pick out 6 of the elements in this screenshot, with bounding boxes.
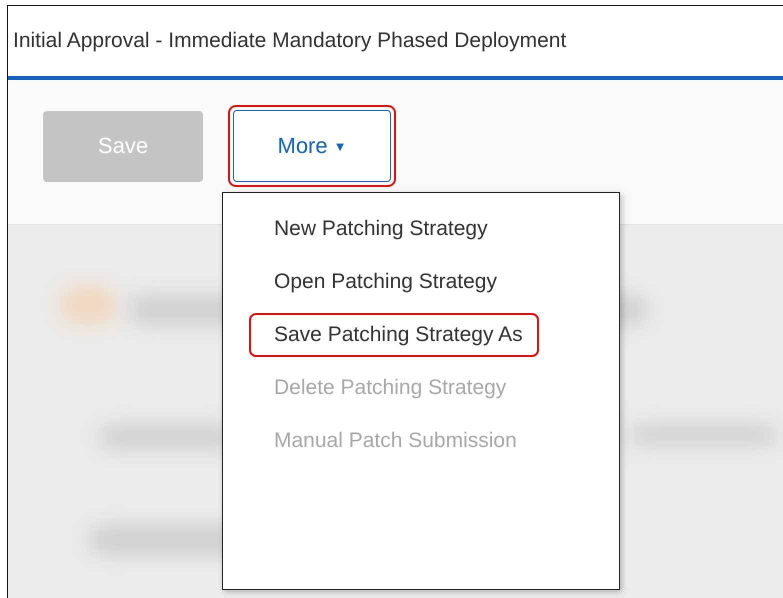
- menu-item[interactable]: Save Patching Strategy As: [249, 313, 539, 357]
- more-button[interactable]: More ▼: [233, 110, 391, 182]
- caret-icon: ▼: [334, 138, 346, 154]
- menu-item[interactable]: Open Patching Strategy: [249, 260, 513, 304]
- page-title: Initial Approval - Immediate Mandatory Phased Deployment: [12, 29, 566, 53]
- menu-item[interactable]: New Patching Strategy: [249, 207, 504, 251]
